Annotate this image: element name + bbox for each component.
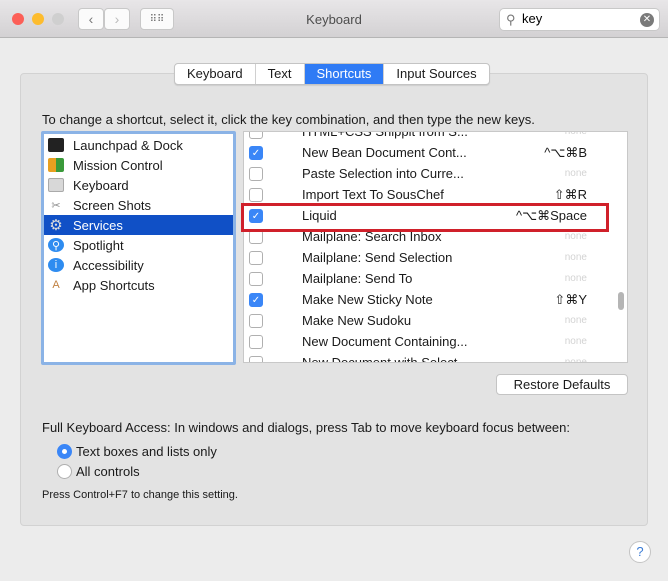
shortcut-key[interactable]: none (565, 231, 587, 242)
category-mission-control[interactable]: Mission Control (44, 155, 233, 175)
chevron-left-icon: ‹ (88, 11, 94, 27)
grid-icon: ⠿⠿ (149, 13, 165, 25)
settings-note: Press Control+F7 to change this setting. (42, 489, 238, 501)
checkbox[interactable]: ✓ (249, 292, 263, 307)
table-row[interactable]: ✓ Make New Sticky Note ⇧⌘Y (244, 289, 627, 310)
spotlight-icon: ⚲ (48, 238, 64, 252)
shortcut-name: Mailplane: Send Selection (302, 250, 453, 265)
shortcut-key[interactable]: none (565, 336, 587, 347)
checkbox[interactable] (249, 250, 263, 265)
shortcut-key[interactable]: none (565, 273, 587, 284)
table-row[interactable]: HTML+CSS Snippit from S... none (244, 131, 627, 142)
checkbox[interactable] (249, 132, 263, 139)
table-row[interactable]: Make New Sudoku none (244, 310, 627, 331)
checkbox[interactable] (249, 166, 263, 181)
shortcut-name: Mailplane: Send To (302, 271, 413, 286)
clear-search-icon[interactable]: ✕ (640, 13, 654, 27)
search-icon: ⚲ (506, 12, 516, 27)
shortcut-name: New Bean Document Cont... (302, 145, 467, 160)
radio-button[interactable] (57, 444, 72, 459)
category-spotlight[interactable]: ⚲ Spotlight (44, 235, 233, 255)
shortcut-name: Import Text To SousChef (302, 187, 444, 202)
shortcut-key[interactable]: none (565, 357, 587, 362)
scrollbar[interactable] (618, 292, 624, 310)
tab-input-sources[interactable]: Input Sources (384, 64, 488, 84)
table-row[interactable]: ✓ New Bean Document Cont... ^⌥⌘B (244, 142, 627, 163)
accessibility-icon: i (48, 258, 64, 272)
checkbox[interactable] (249, 271, 263, 286)
radio-label: Text boxes and lists only (76, 444, 217, 459)
restore-defaults-button[interactable]: Restore Defaults (496, 374, 628, 395)
radio-button[interactable] (57, 464, 72, 479)
search-field[interactable]: ⚲ ✕ (499, 8, 660, 31)
category-keyboard[interactable]: Keyboard (44, 175, 233, 195)
launchpad-icon (48, 138, 64, 152)
category-screen-shots[interactable]: ✂ Screen Shots (44, 195, 233, 215)
shortcut-key[interactable]: none (565, 168, 587, 179)
category-label: Launchpad & Dock (73, 137, 183, 153)
title-bar: ‹ › ⠿⠿ Keyboard ⚲ ✕ (0, 0, 668, 38)
category-label: Mission Control (73, 157, 163, 173)
tab-bar: Keyboard Text Shortcuts Input Sources (174, 63, 490, 85)
shortcuts-table[interactable]: HTML+CSS Snippit from S... none ✓ New Bea… (243, 131, 628, 363)
tab-text[interactable]: Text (256, 64, 305, 84)
shortcut-name: Make New Sudoku (302, 313, 412, 328)
category-launchpad[interactable]: Launchpad & Dock (44, 135, 233, 155)
show-all-button[interactable]: ⠿⠿ (140, 8, 174, 30)
shortcut-key[interactable]: ^⌥⌘B (544, 145, 587, 161)
category-label: Accessibility (73, 257, 144, 273)
table-row[interactable]: New Document with Select... none (244, 352, 627, 363)
checkbox[interactable] (249, 187, 263, 202)
shortcut-key[interactable]: none (565, 315, 587, 326)
category-label: Spotlight (73, 237, 124, 253)
highlight-box (241, 203, 609, 232)
forward-button[interactable]: › (104, 8, 130, 30)
category-list[interactable]: Launchpad & Dock Mission Control Keyboar… (41, 131, 236, 365)
shortcut-key[interactable]: none (565, 252, 587, 263)
category-label: Screen Shots (73, 197, 152, 213)
shortcut-key[interactable]: ⇧⌘Y (554, 292, 587, 308)
screenshot-icon: ✂ (51, 199, 61, 212)
shortcut-key[interactable]: none (565, 132, 587, 137)
table-row[interactable]: Mailplane: Send Selection none (244, 247, 627, 268)
category-accessibility[interactable]: i Accessibility (44, 255, 233, 275)
shortcut-name: Paste Selection into Curre... (302, 166, 464, 181)
table-row[interactable]: Paste Selection into Curre... none (244, 163, 627, 184)
shortcut-name: New Document with Select... (302, 355, 469, 363)
close-button[interactable] (12, 13, 24, 25)
category-label: App Shortcuts (73, 277, 155, 293)
radio-text-boxes[interactable]: Text boxes and lists only (57, 444, 217, 459)
checkbox[interactable]: ✓ (249, 145, 263, 160)
help-button[interactable]: ? (629, 541, 651, 563)
category-services[interactable]: ⚙ Services (44, 215, 233, 235)
app-shortcuts-icon: A (52, 279, 60, 291)
radio-label: All controls (76, 464, 140, 479)
checkbox[interactable] (249, 313, 263, 328)
back-button[interactable]: ‹ (78, 8, 104, 30)
full-keyboard-access-label: Full Keyboard Access: In windows and dia… (42, 420, 570, 435)
tab-keyboard[interactable]: Keyboard (175, 64, 256, 84)
instructions: To change a shortcut, select it, click t… (42, 112, 535, 127)
shortcut-name: HTML+CSS Snippit from S... (302, 131, 468, 139)
zoom-button[interactable] (52, 13, 64, 25)
shortcut-name: New Document Containing... (302, 334, 468, 349)
minimize-button[interactable] (32, 13, 44, 25)
table-row[interactable]: Mailplane: Send To none (244, 268, 627, 289)
category-app-shortcuts[interactable]: A App Shortcuts (44, 275, 233, 295)
table-row[interactable]: Import Text To SousChef ⇧⌘R (244, 184, 627, 205)
gear-icon: ⚙ (49, 217, 63, 234)
tab-shortcuts[interactable]: Shortcuts (304, 64, 385, 84)
chevron-right-icon: › (114, 11, 120, 27)
category-label: Keyboard (73, 177, 129, 193)
shortcut-key[interactable]: ⇧⌘R (554, 187, 587, 203)
search-input[interactable] (522, 11, 632, 26)
checkbox[interactable] (249, 334, 263, 349)
mission-control-icon (48, 158, 64, 172)
keyboard-icon (48, 178, 64, 192)
table-row[interactable]: New Document Containing... none (244, 331, 627, 352)
shortcut-name: Make New Sticky Note (302, 292, 433, 307)
category-label: Services (73, 217, 123, 233)
checkbox[interactable] (249, 355, 263, 362)
radio-all-controls[interactable]: All controls (57, 464, 140, 479)
